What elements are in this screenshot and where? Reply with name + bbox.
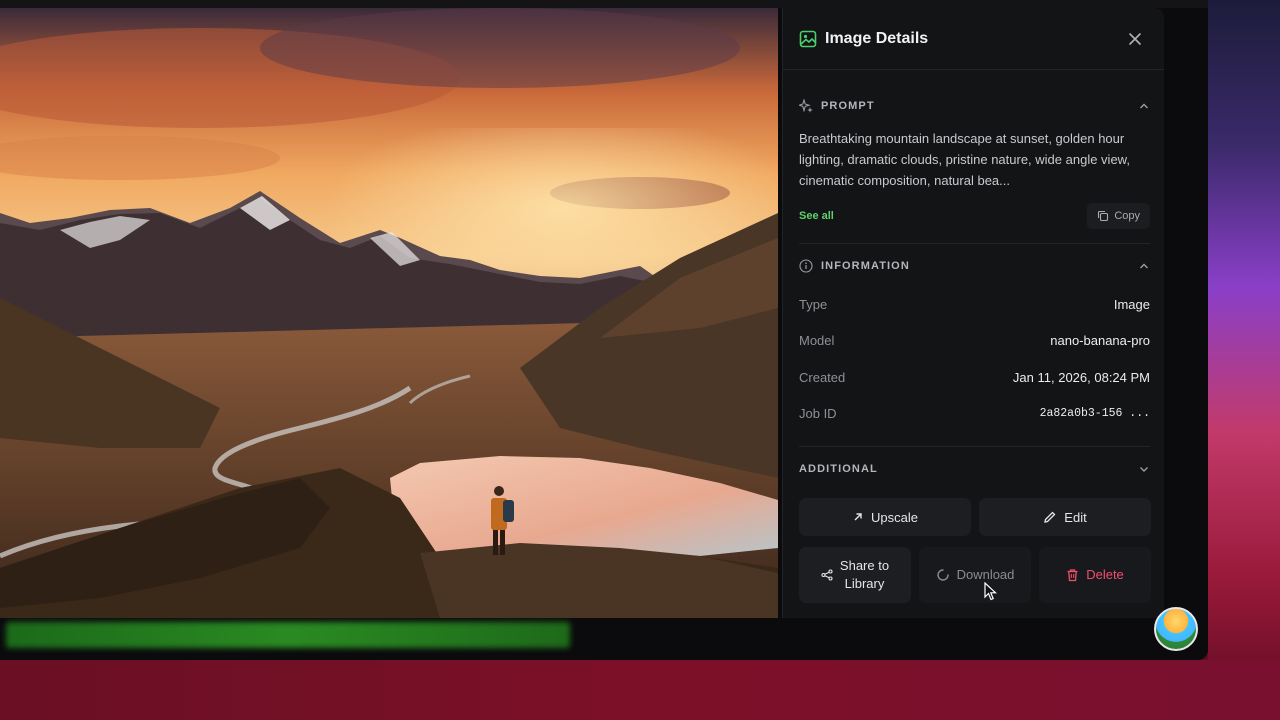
prompt-section: PROMPT Breathtaking mountain landscape a… bbox=[799, 86, 1150, 244]
info-icon bbox=[799, 259, 813, 273]
info-row-type: Type Image bbox=[799, 286, 1150, 323]
delete-label: Delete bbox=[1086, 567, 1124, 582]
share-label-line1: Share to bbox=[839, 558, 890, 573]
sparkles-icon bbox=[799, 99, 813, 113]
panel-header: Image Details bbox=[783, 8, 1164, 70]
desktop-wallpaper-bottom bbox=[0, 660, 1280, 720]
generation-progress-strip bbox=[6, 622, 570, 648]
share-icon bbox=[821, 569, 833, 581]
share-label-line2: Library bbox=[844, 576, 885, 591]
info-row-model: Model nano-banana-pro bbox=[799, 323, 1150, 360]
desktop-wallpaper-right bbox=[1208, 0, 1280, 720]
pencil-icon bbox=[1043, 510, 1057, 524]
information-section-header[interactable]: INFORMATION bbox=[799, 246, 1150, 286]
close-icon[interactable] bbox=[1124, 28, 1146, 50]
delete-button[interactable]: Delete bbox=[1039, 547, 1151, 603]
copy-label: Copy bbox=[1114, 210, 1140, 222]
info-value: nano-banana-pro bbox=[1050, 333, 1150, 349]
window-top-bar bbox=[0, 0, 1208, 8]
prompt-footer: See all Copy bbox=[799, 203, 1150, 229]
chevron-up-icon[interactable] bbox=[1138, 100, 1150, 112]
info-row-job-id: Job ID 2a82a0b3-156 ... bbox=[799, 396, 1150, 433]
additional-section-title: ADDITIONAL bbox=[799, 463, 878, 475]
edit-button[interactable]: Edit bbox=[979, 498, 1151, 536]
see-all-link[interactable]: See all bbox=[799, 210, 834, 222]
panel-title: Image Details bbox=[825, 29, 929, 47]
action-buttons: Upscale Edit Share to Library Download D… bbox=[799, 498, 1151, 603]
copy-button[interactable]: Copy bbox=[1087, 203, 1150, 229]
mouse-cursor-icon bbox=[984, 582, 998, 601]
additional-section-header[interactable]: ADDITIONAL bbox=[799, 447, 1150, 491]
information-section-title: INFORMATION bbox=[821, 260, 910, 272]
app-window: Image Details PROMPT Breathtaking mounta… bbox=[0, 0, 1208, 660]
generated-image-preview[interactable] bbox=[0, 8, 778, 618]
chevron-down-icon[interactable] bbox=[1138, 463, 1150, 475]
upscale-button[interactable]: Upscale bbox=[799, 498, 971, 536]
info-label: Created bbox=[799, 369, 846, 385]
trash-icon bbox=[1066, 568, 1079, 582]
info-value: Jan 11, 2026, 08:24 PM bbox=[1012, 369, 1150, 385]
share-to-library-button[interactable]: Share to Library bbox=[799, 547, 911, 603]
additional-section: ADDITIONAL bbox=[799, 447, 1150, 491]
copy-icon bbox=[1097, 210, 1109, 222]
info-label: Model bbox=[799, 333, 835, 349]
image-icon bbox=[799, 30, 817, 48]
prompt-section-header[interactable]: PROMPT bbox=[799, 86, 1150, 126]
upscale-label: Upscale bbox=[871, 509, 918, 525]
info-row-created: Created Jan 11, 2026, 08:24 PM bbox=[799, 359, 1150, 396]
prompt-text: Breathtaking mountain landscape at sunse… bbox=[799, 131, 1130, 188]
prompt-section-title: PROMPT bbox=[821, 100, 875, 112]
chevron-up-icon[interactable] bbox=[1138, 260, 1150, 272]
arrow-up-right-icon bbox=[852, 511, 864, 523]
user-avatar[interactable] bbox=[1154, 607, 1198, 651]
info-label: Job ID bbox=[799, 406, 837, 422]
download-button[interactable]: Download bbox=[919, 547, 1031, 603]
job-id-value[interactable]: 2a82a0b3-156 ... bbox=[1040, 407, 1150, 420]
loading-spinner-icon bbox=[936, 568, 950, 582]
edit-label: Edit bbox=[1064, 509, 1087, 525]
info-value: Image bbox=[1113, 296, 1150, 312]
landscape-image bbox=[0, 8, 778, 618]
share-label: Share to Library bbox=[840, 557, 889, 593]
information-section: INFORMATION Type Image Model nano-banana… bbox=[799, 246, 1150, 447]
info-label: Type bbox=[799, 296, 828, 312]
image-details-panel: Image Details PROMPT Breathtaking mounta… bbox=[782, 8, 1164, 618]
